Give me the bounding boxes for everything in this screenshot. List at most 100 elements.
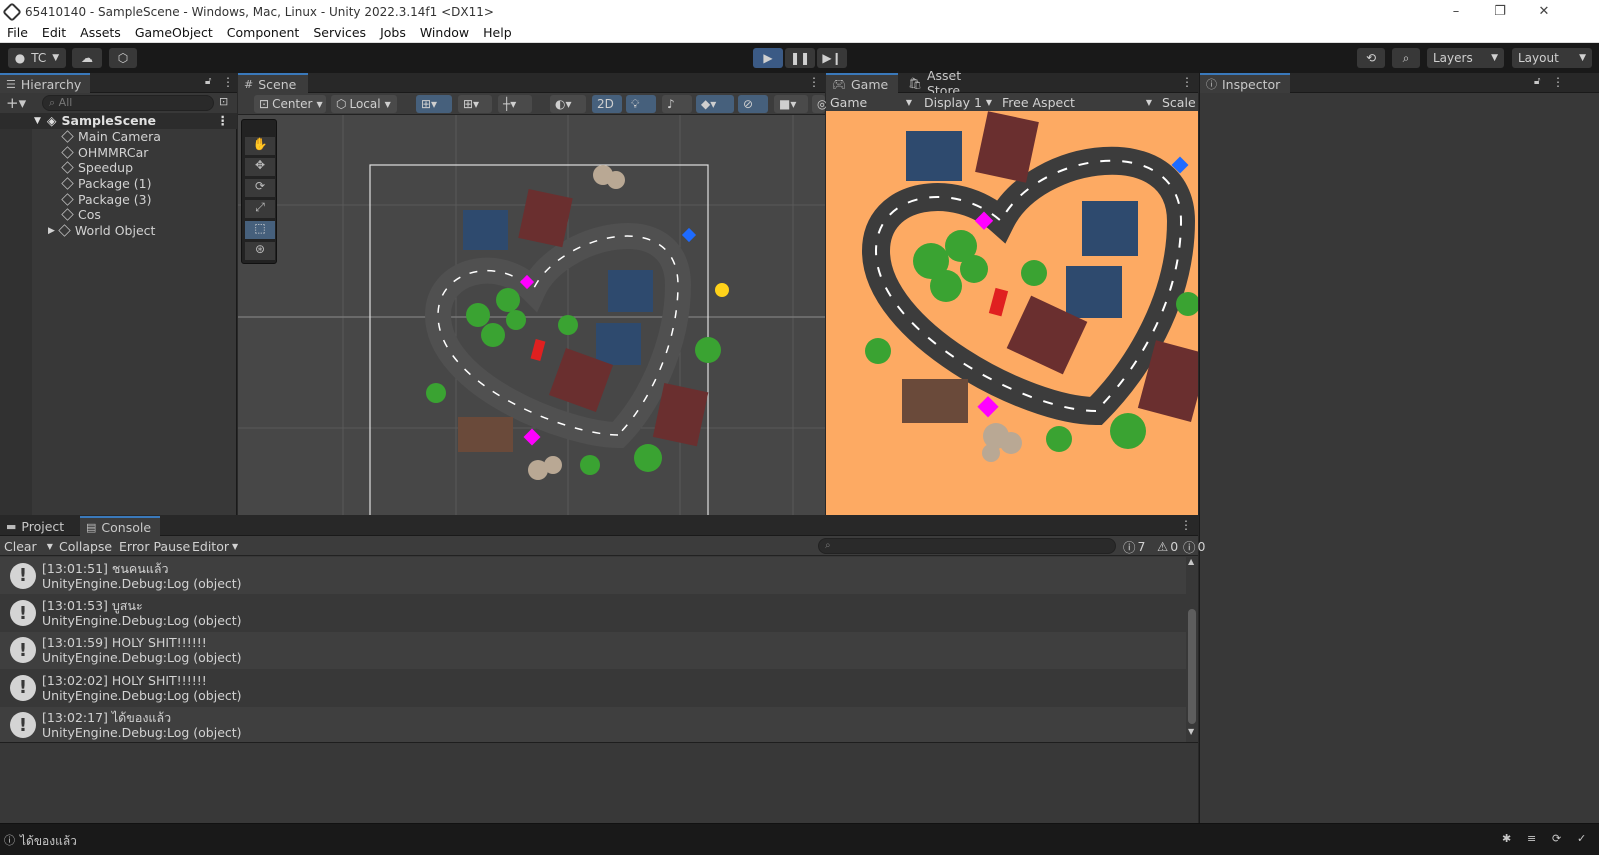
stack-icon[interactable]: ≡ (1527, 832, 1536, 845)
gizmos-button[interactable]: ◎ (812, 95, 827, 113)
hierarchy-item[interactable]: OHMMRCar (0, 144, 237, 160)
mode-2d-button[interactable]: 2D (592, 95, 622, 113)
menu-edit[interactable]: Edit (35, 25, 73, 40)
error-count-toggle[interactable]: ⓘ 0 (1183, 536, 1205, 556)
menu-services[interactable]: Services (306, 25, 373, 40)
more-icon[interactable]: ⋮ (217, 113, 230, 128)
check-icon[interactable]: ✓ (1577, 832, 1586, 845)
tab-hierarchy[interactable]: ☰ Hierarchy (0, 73, 90, 93)
game-viewport[interactable] (826, 111, 1198, 515)
rotate-tool-button[interactable]: ⟳ (245, 179, 275, 197)
hierarchy-item[interactable]: Main Camera (0, 129, 237, 145)
cloud-button[interactable]: ☁ (72, 48, 102, 68)
history-button[interactable]: ⟲ (1357, 48, 1385, 68)
menu-component[interactable]: Component (220, 25, 307, 40)
menu-help[interactable]: Help (476, 25, 519, 40)
more-icon[interactable]: ⋮ (1180, 518, 1192, 532)
transform-tool-button[interactable]: ⊛ (245, 242, 275, 260)
tab-console[interactable]: ▤ Console (80, 516, 160, 536)
rect-tool-button[interactable]: ⬚ (245, 221, 275, 239)
more-icon[interactable]: ⋮ (222, 75, 234, 89)
collab-button[interactable]: ⬡ (109, 48, 137, 68)
play-button[interactable]: ▶ (753, 48, 783, 68)
bug-icon[interactable]: ✱ (1502, 832, 1511, 845)
log-entry[interactable]: ! [13:01:53] บูสนะ UnityEngine.Debug:Log (… (0, 594, 1186, 631)
pivot-dropdown[interactable]: ⊡ Center ▼ (254, 95, 326, 113)
editor-dropdown[interactable]: Editor ▼ (192, 536, 238, 556)
scene-viewport[interactable]: ✋ ✥ ⟳ ⤢ ⬚ ⊛ (238, 115, 825, 515)
house (1082, 201, 1138, 256)
log-source: UnityEngine.Debug:Log (object) (42, 613, 242, 629)
account-button[interactable]: ● TC ▼ (8, 48, 66, 68)
hierarchy-item[interactable]: Cos (0, 207, 237, 223)
scroll-thumb[interactable] (1188, 609, 1196, 724)
scale-tool-button[interactable]: ⤢ (245, 200, 275, 218)
tab-project[interactable]: ▬ Project (0, 516, 78, 536)
scroll-down-icon[interactable]: ▼ (1188, 727, 1194, 736)
more-icon[interactable]: ⋮ (1181, 75, 1193, 89)
hierarchy-item[interactable]: Package (3) (0, 191, 237, 207)
step-button[interactable]: ▶❙ (817, 48, 847, 68)
scale-slider[interactable]: Scale (1158, 93, 1198, 111)
log-entry[interactable]: ! [13:01:59] HOLY SHIT!!!!!! UnityEngine.D… (0, 631, 1186, 670)
move-tool-button[interactable]: ✥ (245, 158, 275, 176)
layers-dropdown[interactable]: Layers ▼ (1427, 48, 1504, 68)
more-icon[interactable]: ⋮ (1552, 75, 1564, 89)
display-dropdown[interactable]: Display 1 ▼ (920, 93, 996, 111)
menu-assets[interactable]: Assets (73, 25, 128, 40)
hierarchy-item[interactable]: Speedup (0, 160, 237, 176)
lock-icon[interactable]: 🔓︎ (1534, 76, 1540, 87)
menu-jobs[interactable]: Jobs (373, 25, 413, 40)
add-button[interactable]: +▾ (6, 94, 26, 112)
log-entry[interactable]: ! [13:02:02] HOLY SHIT!!!!!! UnityEngine.D… (0, 669, 1186, 706)
draw-mode-button[interactable]: ◐▾ (550, 95, 586, 113)
hand-tool-button[interactable]: ✋ (245, 137, 275, 155)
space-dropdown[interactable]: ⬡ Local ▼ (331, 95, 397, 113)
tab-asset-store[interactable]: 🛍︎ Asset Store (902, 68, 1002, 98)
audio-button[interactable]: ♪ (662, 95, 692, 113)
more-icon[interactable]: ⋮ (808, 75, 820, 89)
tab-inspector[interactable]: ⓘ Inspector (1200, 73, 1290, 93)
console-scrollbar[interactable]: ▲ ▼ (1186, 557, 1198, 738)
increment-snap-button[interactable]: ┼▾ (498, 95, 532, 113)
tab-scene[interactable]: # Scene (238, 73, 308, 93)
layout-dropdown[interactable]: Layout ▼ (1512, 48, 1592, 68)
camera-button[interactable]: ■▾ (774, 95, 808, 113)
menu-file[interactable]: File (0, 25, 35, 40)
tab-game[interactable]: 🎮︎ Game (826, 73, 898, 93)
close-button[interactable]: ✕ (1521, 0, 1567, 23)
minimize-button[interactable]: – (1433, 0, 1479, 23)
effects-button[interactable]: ◆▾ (696, 95, 734, 113)
search-button[interactable]: ⌕ (1392, 48, 1420, 68)
hierarchy-scene-row[interactable]: ▼ ◈ SampleScene ⋮ (0, 113, 237, 129)
log-count-toggle[interactable]: ⓘ 7 (1123, 536, 1145, 556)
clear-button[interactable]: Clear ▼ (4, 536, 53, 556)
scroll-up-icon[interactable]: ▲ (1188, 557, 1194, 566)
menu-window[interactable]: Window (413, 25, 476, 40)
error-pause-button[interactable]: Error Pause (119, 536, 190, 556)
hierarchy-item[interactable]: Package (1) (0, 176, 237, 192)
effects-icon: ◆▾ (701, 97, 717, 111)
house (906, 131, 962, 181)
expand-arrow-icon[interactable]: ▶ (48, 226, 55, 236)
pause-button[interactable]: ❚❚ (785, 48, 815, 68)
console-search-input[interactable]: ⌕ (818, 538, 1116, 554)
log-entry[interactable]: ! [13:02:17] ได้ของแล้ว UnityEngine.Debug:… (0, 706, 1186, 744)
log-entry[interactable]: ! [13:01:51] ชนคนแล้ว UnityEngine.Debug:Lo… (0, 557, 1186, 595)
grid-toggle-button[interactable]: ⊞▾ (458, 95, 492, 113)
grid-snap-button[interactable]: ⊞▾ (416, 95, 452, 113)
collapse-button[interactable]: Collapse (59, 536, 112, 556)
warning-count-toggle[interactable]: ⚠ 0 (1157, 536, 1178, 556)
visibility-button[interactable]: ⊘ (738, 95, 768, 113)
restore-button[interactable]: ❐ (1477, 0, 1523, 23)
hierarchy-item[interactable]: ▶ World Object (0, 223, 237, 239)
aspect-dropdown[interactable]: Free Aspect ▼ (998, 93, 1156, 111)
gameobject-icon (61, 161, 74, 175)
scene-search-icon[interactable]: ⊡ (219, 95, 228, 108)
lighting-button[interactable]: 💡︎ (626, 95, 656, 113)
lock-icon[interactable]: 🔓︎ (205, 76, 211, 87)
progress-icon[interactable]: ⟳ (1552, 832, 1561, 845)
game-mode-dropdown[interactable]: Game ▼ (826, 93, 916, 111)
hierarchy-search-input[interactable]: ⌕ All (42, 95, 214, 111)
menu-gameobject[interactable]: GameObject (128, 25, 220, 40)
